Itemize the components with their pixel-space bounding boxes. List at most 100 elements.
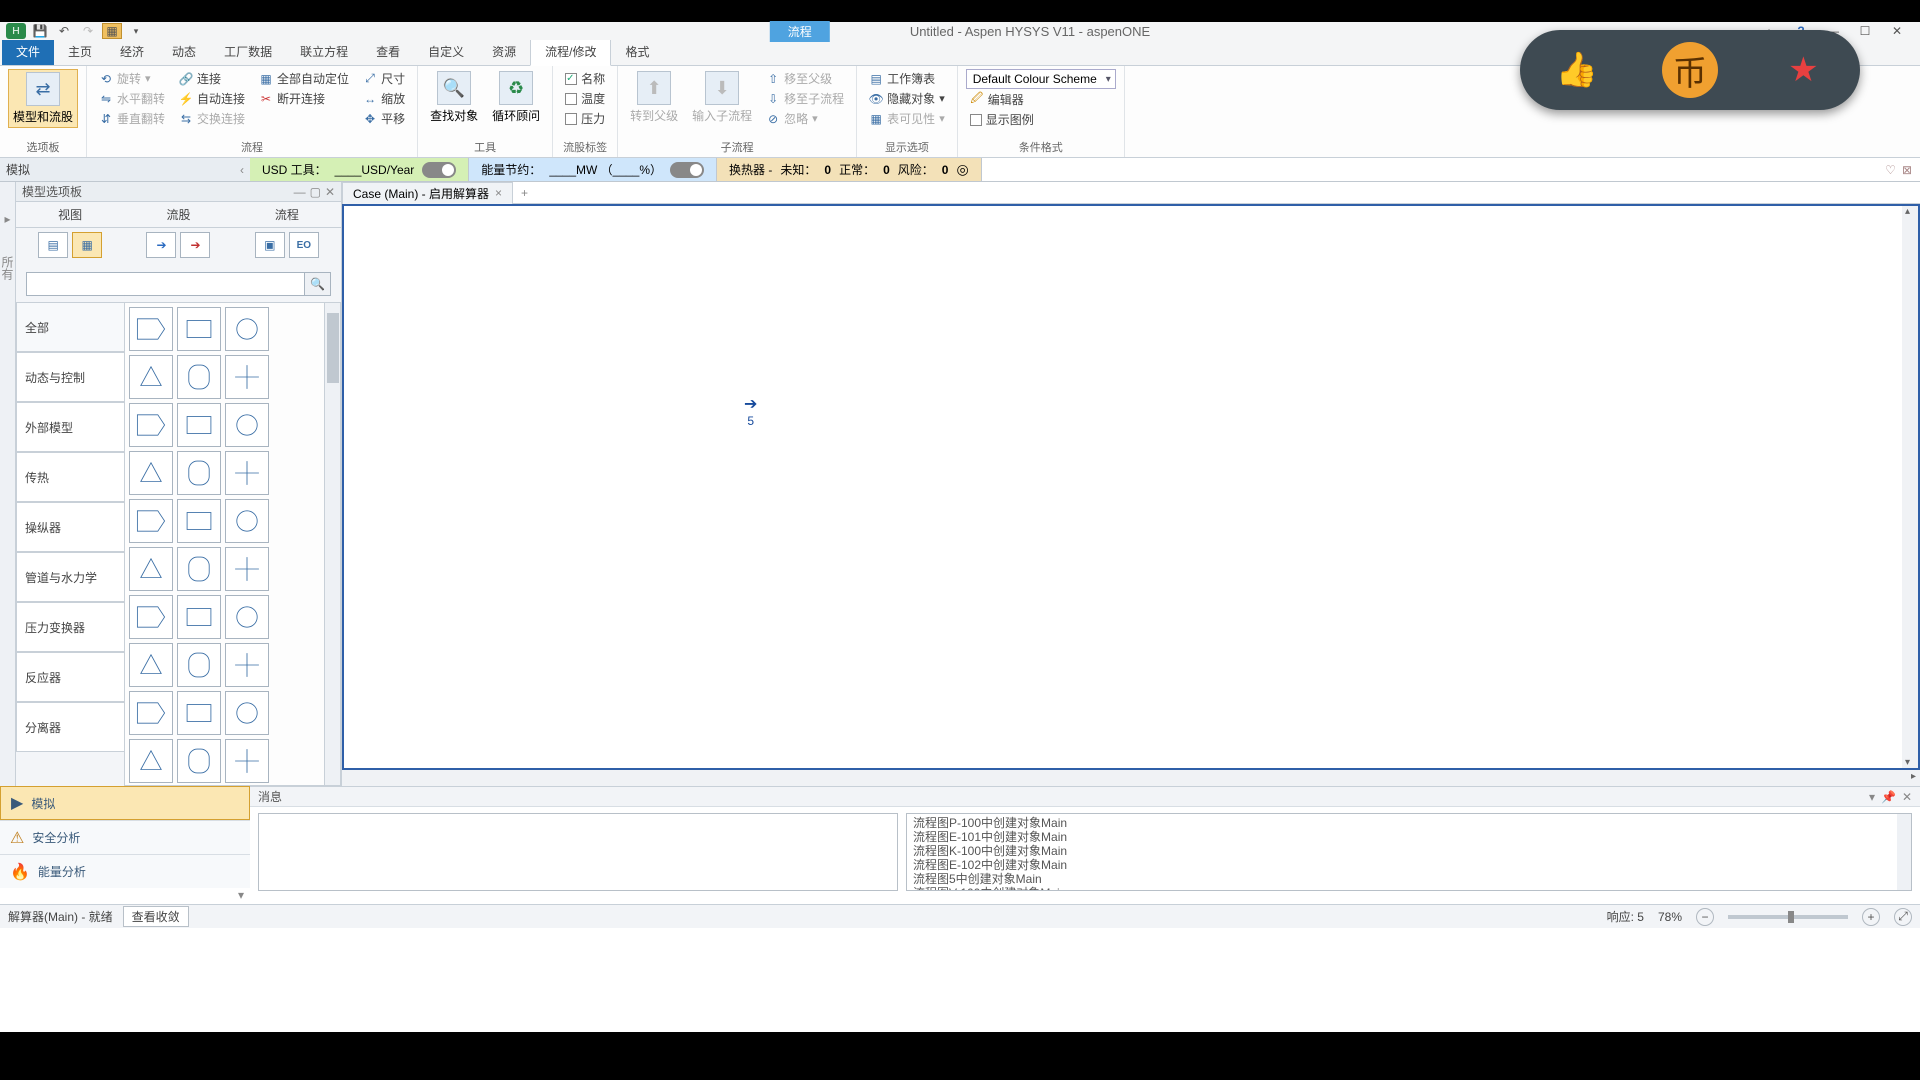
workbook-button[interactable]: ▤工作簿表 bbox=[865, 69, 949, 88]
rail-label[interactable]: 所有 bbox=[0, 256, 16, 280]
unit-op-item[interactable] bbox=[177, 643, 221, 687]
unit-op-item[interactable] bbox=[177, 307, 221, 351]
palette-min-icon[interactable]: — bbox=[294, 185, 306, 199]
eo-icon[interactable]: EO bbox=[289, 232, 319, 258]
find-button[interactable]: 🔍查找对象 bbox=[426, 69, 482, 126]
collapse-icon[interactable]: ‹ bbox=[240, 163, 244, 177]
label-temp-check[interactable]: 温度 bbox=[561, 89, 609, 108]
rotate-button[interactable]: ⟲旋转 ▾ bbox=[95, 69, 169, 88]
hflip-button[interactable]: ⇋水平翻转 bbox=[95, 89, 169, 108]
tab-view[interactable]: 查看 bbox=[362, 38, 414, 65]
cat-reactor[interactable]: 反应器 bbox=[16, 652, 124, 702]
msg-scrollbar[interactable] bbox=[1897, 814, 1911, 890]
qat-undo-icon[interactable]: ↶ bbox=[54, 23, 74, 39]
cat-manipulator[interactable]: 操纵器 bbox=[16, 502, 124, 552]
energy-stream-icon[interactable]: ➔ bbox=[180, 232, 210, 258]
unit-op-item[interactable] bbox=[177, 547, 221, 591]
unit-op-item[interactable] bbox=[129, 403, 173, 447]
zoom-fit-button[interactable]: ⤢ bbox=[1894, 908, 1912, 926]
unit-op-item[interactable] bbox=[177, 499, 221, 543]
unit-op-item[interactable] bbox=[129, 307, 173, 351]
unit-op-item[interactable] bbox=[177, 451, 221, 495]
swap-button[interactable]: ⇆交换连接 bbox=[175, 109, 249, 128]
palette-close-icon[interactable]: ✕ bbox=[325, 185, 335, 199]
scale-button[interactable]: ↔缩放 bbox=[359, 89, 409, 108]
unit-op-item[interactable] bbox=[129, 451, 173, 495]
message-input[interactable] bbox=[258, 813, 898, 891]
canvas-hscrollbar[interactable] bbox=[342, 770, 1920, 786]
tab-flowsheet-modify[interactable]: 流程/修改 bbox=[530, 37, 611, 66]
tab-resources[interactable]: 资源 bbox=[478, 38, 530, 65]
tab-dynamics[interactable]: 动态 bbox=[158, 38, 210, 65]
autoconnect-button[interactable]: ⚡自动连接 bbox=[175, 89, 249, 108]
target-icon[interactable]: ◎ bbox=[956, 161, 968, 178]
cat-dynamics[interactable]: 动态与控制 bbox=[16, 352, 124, 402]
unit-op-item[interactable] bbox=[225, 403, 269, 447]
move-parent-button[interactable]: ⇧移至父级 bbox=[762, 69, 848, 88]
canvas-vscrollbar[interactable] bbox=[1902, 206, 1918, 768]
cat-external[interactable]: 外部模型 bbox=[16, 402, 124, 452]
toggle-icon[interactable] bbox=[670, 162, 704, 178]
tab-economics[interactable]: 经济 bbox=[106, 38, 158, 65]
legend-check[interactable]: 显示图例 bbox=[966, 110, 1116, 129]
move-sub-button[interactable]: ⇩移至子流程 bbox=[762, 89, 848, 108]
unit-op-item[interactable] bbox=[129, 499, 173, 543]
hide-button[interactable]: 👁隐藏对象 ▾ bbox=[865, 89, 949, 108]
cat-heat[interactable]: 传热 bbox=[16, 452, 124, 502]
tab-eo[interactable]: 联立方程 bbox=[286, 38, 362, 65]
unit-op-item[interactable] bbox=[129, 595, 173, 639]
window-maximize-icon[interactable]: ☐ bbox=[1850, 23, 1880, 39]
msg-pin-icon[interactable]: 📌 bbox=[1881, 790, 1896, 804]
size-button[interactable]: ⤢尺寸 bbox=[359, 69, 409, 88]
close-panel-icon[interactable]: ⊠ bbox=[1902, 163, 1912, 177]
color-scheme-combo[interactable]: Default Colour Scheme bbox=[966, 69, 1116, 89]
view-list-icon[interactable]: ▤ bbox=[38, 232, 68, 258]
add-tab-button[interactable]: + bbox=[513, 184, 536, 202]
convergence-button[interactable]: 查看收敛 bbox=[123, 906, 189, 927]
visibility-button[interactable]: ▦表可见性 ▾ bbox=[865, 109, 949, 128]
editor-button[interactable]: 🖉编辑器 bbox=[966, 90, 1116, 109]
unit-op-item[interactable] bbox=[225, 499, 269, 543]
unit-op-item[interactable] bbox=[129, 643, 173, 687]
vflip-button[interactable]: ⇵垂直翻转 bbox=[95, 109, 169, 128]
zoom-slider[interactable] bbox=[1728, 915, 1848, 919]
models-palette-button[interactable]: ⇄ 模型和流股 bbox=[8, 69, 78, 128]
zoom-out-button[interactable]: − bbox=[1696, 908, 1714, 926]
window-close-icon[interactable]: ✕ bbox=[1882, 23, 1912, 39]
flowsheet-canvas[interactable]: ➔ 5 bbox=[342, 204, 1920, 770]
qat-redo-icon[interactable]: ↷ bbox=[78, 23, 98, 39]
toggle-icon[interactable] bbox=[422, 162, 456, 178]
palette-scrollbar[interactable] bbox=[324, 303, 340, 785]
zoom-in-button[interactable]: + bbox=[1862, 908, 1880, 926]
unit-op-item[interactable] bbox=[225, 739, 269, 783]
tab-home[interactable]: 主页 bbox=[54, 38, 106, 65]
document-tab[interactable]: Case (Main) - 启用解算器 × bbox=[342, 182, 513, 204]
palette-search-button[interactable]: 🔍 bbox=[305, 272, 331, 296]
pin-icon[interactable]: ♡ bbox=[1885, 163, 1896, 177]
view-grid-icon[interactable]: ▦ bbox=[72, 232, 102, 258]
env-energy[interactable]: 🔥能量分析 bbox=[0, 854, 250, 888]
unit-op-item[interactable] bbox=[129, 691, 173, 735]
tab-format[interactable]: 格式 bbox=[611, 38, 663, 65]
unit-op-item[interactable] bbox=[225, 595, 269, 639]
qat-dropdown-icon[interactable]: ▾ bbox=[126, 23, 146, 39]
goto-parent-button[interactable]: ⬆转到父级 bbox=[626, 69, 682, 126]
msg-dropdown-icon[interactable]: ▾ bbox=[1869, 790, 1875, 804]
unit-op-item[interactable] bbox=[177, 691, 221, 735]
tab-plantdata[interactable]: 工厂数据 bbox=[210, 38, 286, 65]
unit-op-item[interactable] bbox=[225, 547, 269, 591]
tab-close-icon[interactable]: × bbox=[495, 186, 502, 200]
label-pressure-check[interactable]: 压力 bbox=[561, 109, 609, 128]
autolayout-button[interactable]: ▦全部自动定位 bbox=[255, 69, 353, 88]
label-name-check[interactable]: 名称 bbox=[561, 69, 609, 88]
economics-status[interactable]: USD 工具： ____USD/Year bbox=[250, 158, 469, 181]
cat-separator[interactable]: 分离器 bbox=[16, 702, 124, 752]
palette-max-icon[interactable]: ▢ bbox=[310, 185, 321, 199]
env-simulation[interactable]: ▶模拟 bbox=[0, 786, 250, 820]
recycle-button[interactable]: ♻循环顾问 bbox=[488, 69, 544, 126]
file-tab[interactable]: 文件 bbox=[2, 38, 54, 65]
pan-button[interactable]: ✥平移 bbox=[359, 109, 409, 128]
energy-status[interactable]: 能量节约： ____MW （____%） bbox=[469, 158, 717, 181]
stream-arrow-icon[interactable]: ➔ bbox=[744, 394, 757, 414]
env-safety[interactable]: ⚠安全分析 bbox=[0, 820, 250, 854]
